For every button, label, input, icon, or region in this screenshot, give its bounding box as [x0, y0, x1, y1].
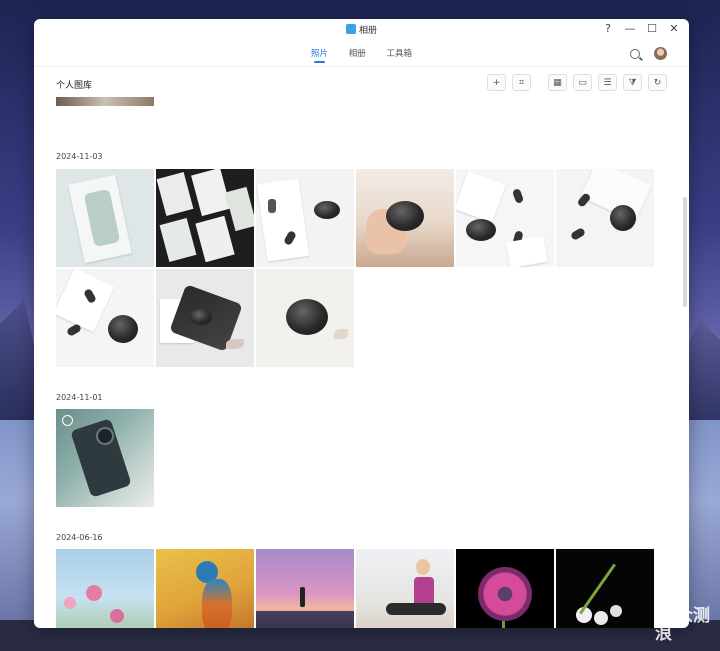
photo-thumbnail[interactable]: [556, 549, 654, 628]
library-toolbar: + ⌗ ▦ ▭ ☰ ⧩ ↻: [487, 74, 667, 91]
list-view-button[interactable]: ☰: [598, 74, 617, 91]
photo-thumbnail[interactable]: [156, 269, 254, 367]
search-icon[interactable]: [630, 48, 640, 59]
face-scan-icon: ⌗: [518, 77, 525, 88]
filter-button[interactable]: ⧩: [623, 74, 642, 91]
watermark-char-2: 众测: [676, 606, 710, 626]
app-title-text: 相册: [358, 26, 377, 36]
title-bar[interactable]: 相册 ? — ☐ ✕: [34, 19, 689, 41]
date-header: 2024-11-03: [56, 152, 103, 161]
maximize-button[interactable]: ☐: [645, 22, 659, 35]
photo-thumbnail[interactable]: [456, 549, 554, 628]
photo-thumbnail[interactable]: [256, 169, 354, 267]
folder-icon: ▭: [578, 77, 587, 88]
tab-photos[interactable]: 照片: [311, 47, 328, 63]
photo-thumbnail[interactable]: [56, 169, 154, 267]
photo-thumbnail[interactable]: [256, 269, 354, 367]
filter-icon: ⧩: [628, 77, 637, 88]
photo-thumbnail[interactable]: [356, 549, 454, 628]
face-scan-button[interactable]: ⌗: [512, 74, 531, 91]
date-header: 2024-06-16: [56, 533, 103, 542]
photo-thumbnail[interactable]: [356, 169, 454, 267]
minimize-button[interactable]: —: [623, 22, 637, 35]
library-header: 个人图库 + ⌗ ▦ ▭ ☰ ⧩ ↻: [56, 74, 667, 94]
photo-thumbnail[interactable]: [456, 169, 554, 267]
refresh-button[interactable]: ↻: [648, 74, 667, 91]
add-button[interactable]: +: [487, 74, 506, 91]
photos-window: 相册 ? — ☐ ✕ 照片 相册 工具箱 个人图库 + ⌗ ▦ ▭ ☰ ⧩ ↻ …: [34, 19, 689, 628]
select-circle[interactable]: [62, 415, 73, 426]
top-nav: 照片 相册 工具箱: [34, 41, 689, 67]
tab-bar: 照片 相册 工具箱: [34, 47, 689, 63]
photo-thumbnail[interactable]: [56, 97, 154, 106]
photo-thumbnail[interactable]: [156, 549, 254, 628]
grid-view-icon: ▦: [553, 77, 562, 88]
photo-timeline[interactable]: 2024-11-03 2024-11-01 2024-06-16: [34, 97, 689, 628]
photo-thumbnail[interactable]: [156, 169, 254, 267]
close-button[interactable]: ✕: [667, 22, 681, 35]
refresh-icon: ↻: [653, 77, 662, 88]
photo-thumbnail[interactable]: [56, 549, 154, 628]
watermark-char-3: 浪: [655, 624, 672, 644]
photo-thumbnail[interactable]: [256, 549, 354, 628]
list-view-icon: ☰: [603, 77, 612, 88]
app-title: 相册: [34, 23, 689, 36]
tab-toolbox[interactable]: 工具箱: [386, 47, 412, 63]
date-header: 2024-11-01: [56, 393, 103, 402]
nav-right: [630, 47, 667, 60]
plus-icon: +: [492, 77, 501, 88]
avatar[interactable]: [654, 47, 667, 60]
page-title: 个人图库: [56, 81, 93, 91]
photo-thumbnail[interactable]: [56, 409, 154, 507]
photos-app-icon: [345, 24, 356, 34]
scrollbar[interactable]: [683, 197, 687, 307]
help-button[interactable]: ?: [601, 22, 615, 35]
window-controls: ? — ☐ ✕: [601, 22, 681, 35]
tab-albums[interactable]: 相册: [349, 47, 366, 63]
watermark-char-1: 新: [655, 606, 672, 626]
watermark: 新众测 浪: [655, 607, 710, 643]
photo-thumbnail[interactable]: [56, 269, 154, 367]
photo-thumbnail[interactable]: [556, 169, 654, 267]
grid-view-button[interactable]: ▦: [548, 74, 567, 91]
folder-view-button[interactable]: ▭: [573, 74, 592, 91]
